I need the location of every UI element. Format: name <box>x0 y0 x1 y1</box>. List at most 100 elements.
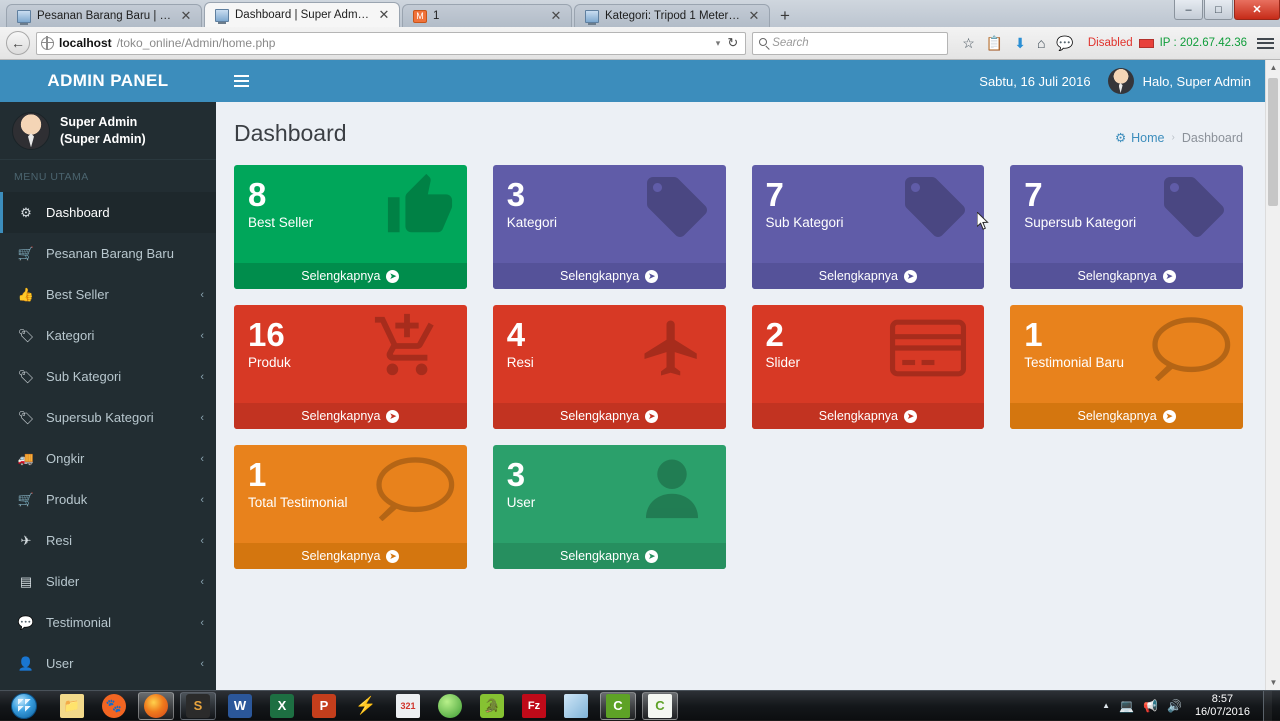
sidebar-item-best-seller[interactable]: 👍 Best Seller ‹ <box>0 274 216 315</box>
taskbar-camtasia-editor[interactable]: C <box>642 692 678 720</box>
orange-icon: M <box>413 10 427 23</box>
scroll-down-icon[interactable]: ▼ <box>1266 675 1280 690</box>
taskbar-winamp[interactable]: ⚡ <box>348 692 384 720</box>
sidebar-item-supersub-kategori[interactable]: 🏷 Supersub Kategori ‹ <box>0 397 216 438</box>
taskbar-idm[interactable] <box>432 692 468 720</box>
sidebar-item-label: Testimonial <box>46 615 189 630</box>
card-testimonial-baru[interactable]: 1 Testimonial Baru Selengkapnya ➤ <box>1010 305 1243 429</box>
card-label: Best Seller <box>248 215 453 230</box>
sidebar-item-pesanan-barang-baru[interactable]: 🛒 Pesanan Barang Baru <box>0 233 216 274</box>
excel-icon: X <box>270 694 294 718</box>
page-scrollbar[interactable]: ▲ ▼ <box>1265 60 1280 690</box>
card-slider[interactable]: 2 Slider Selengkapnya ➤ <box>752 305 985 429</box>
card-footer-link[interactable]: Selengkapnya ➤ <box>1010 263 1243 289</box>
sidebar-menu-header: MENU UTAMA <box>0 160 216 192</box>
taskbar-word[interactable]: W <box>222 692 258 720</box>
maximize-button[interactable]: □ <box>1204 0 1233 20</box>
download-icon[interactable]: ⬇ <box>1014 36 1026 50</box>
sidebar-item-testimonial[interactable]: 💬 Testimonial ‹ <box>0 602 216 643</box>
card-footer-link[interactable]: Selengkapnya ➤ <box>234 263 467 289</box>
chevron-down-icon[interactable]: ▾ <box>716 38 721 49</box>
taskbar-clock[interactable]: 8:57 16/07/2016 <box>1191 693 1250 719</box>
tab-close-icon[interactable]: ✕ <box>747 9 761 23</box>
card-sub-kategori[interactable]: 7 Sub Kategori Selengkapnya ➤ <box>752 165 985 289</box>
reader-list-icon[interactable]: 📋 <box>986 36 1003 50</box>
sidebar-user-panel[interactable]: Super Admin (Super Admin) <box>0 102 216 160</box>
tab-close-icon[interactable]: ✕ <box>179 9 193 23</box>
taskbar-sublime[interactable]: S <box>180 692 216 720</box>
volume-icon[interactable]: 🔊 <box>1167 699 1182 713</box>
windows-taskbar: 📁 🐾 S W X P ⚡ 321 🐊 <box>0 690 1280 720</box>
taskbar-calendar[interactable]: 321 <box>390 692 426 720</box>
card-footer-link[interactable]: Selengkapnya ➤ <box>1010 403 1243 429</box>
card-footer-link[interactable]: Selengkapnya ➤ <box>493 543 726 569</box>
start-button[interactable] <box>2 692 46 720</box>
sidebar-item-resi[interactable]: ✈ Resi ‹ <box>0 520 216 561</box>
sidebar-item-user[interactable]: 👤 User ‹ <box>0 643 216 684</box>
browser-tab-3[interactable]: M 1 ✕ <box>402 4 572 27</box>
user-menu[interactable]: Halo, Super Admin <box>1108 68 1251 94</box>
reload-icon[interactable]: ↻ <box>727 35 738 51</box>
show-desktop-button[interactable] <box>1263 691 1272 721</box>
browser-tab-4[interactable]: Kategori: Tripod 1 Meter | I... ✕ <box>574 4 770 27</box>
minimize-button[interactable]: – <box>1174 0 1203 20</box>
new-tab-button[interactable]: + <box>772 5 798 27</box>
sidebar-item-label: Ongkir <box>46 451 189 466</box>
taskbar-uc-browser[interactable]: 🐾 <box>96 692 132 720</box>
browser-tab-2-active[interactable]: Dashboard | Super Admin ... ✕ <box>204 2 400 27</box>
chevron-left-icon: ‹ <box>200 617 204 629</box>
home-icon[interactable]: ⌂ <box>1037 36 1045 50</box>
card-produk[interactable]: 16 Produk Selengkapnya ➤ <box>234 305 467 429</box>
sidebar-toggle-icon[interactable] <box>232 71 251 91</box>
card-footer-link[interactable]: Selengkapnya ➤ <box>752 263 985 289</box>
card-footer-link[interactable]: Selengkapnya ➤ <box>234 403 467 429</box>
sidebar-item-sub-kategori[interactable]: 🏷 Sub Kategori ‹ <box>0 356 216 397</box>
taskbar-filezilla[interactable]: Fz <box>516 692 552 720</box>
sidebar-item-kategori[interactable]: 🏷 Kategori ‹ <box>0 315 216 356</box>
address-bar[interactable]: localhost /toko_online/Admin/home.php ▾ … <box>36 32 746 55</box>
breadcrumb-home[interactable]: ⚙ Home <box>1115 130 1165 145</box>
taskbar-explorer[interactable]: 📁 <box>54 692 90 720</box>
close-window-button[interactable]: ✕ <box>1234 0 1280 20</box>
tab-close-icon[interactable]: ✕ <box>377 8 391 22</box>
card-kategori[interactable]: 3 Kategori Selengkapnya ➤ <box>493 165 726 289</box>
action-center-icon[interactable]: 📢 <box>1143 699 1158 713</box>
card-best-seller[interactable]: 8 Best Seller Selengkapnya ➤ <box>234 165 467 289</box>
winamp-icon: ⚡ <box>354 694 378 718</box>
taskbar-camtasia-recorder[interactable]: C <box>600 692 636 720</box>
browser-search-input[interactable]: Search <box>752 32 948 55</box>
chat-icon[interactable]: 💬 <box>1056 36 1073 50</box>
sidebar-item-slider[interactable]: ▤ Slider ‹ <box>0 561 216 602</box>
card-footer-link[interactable]: Selengkapnya ➤ <box>234 543 467 569</box>
admin-panel-logo[interactable]: ADMIN PANEL <box>0 60 216 102</box>
taskbar-powerpoint[interactable]: P <box>306 692 342 720</box>
sidebar-item-ongkir[interactable]: 🚚 Ongkir ‹ <box>0 438 216 479</box>
card-total-testimonial[interactable]: 1 Total Testimonial Selengkapnya ➤ <box>234 445 467 569</box>
slider-card-icon: ▤ <box>17 574 35 590</box>
taskbar-notepad[interactable] <box>558 692 594 720</box>
tab-close-icon[interactable]: ✕ <box>549 9 563 23</box>
network-icon[interactable]: 💻 <box>1119 699 1134 713</box>
card-footer-link[interactable]: Selengkapnya ➤ <box>493 403 726 429</box>
arrow-circle-right-icon: ➤ <box>1163 410 1176 423</box>
card-footer-link[interactable]: Selengkapnya ➤ <box>752 403 985 429</box>
scrollbar-thumb[interactable] <box>1268 78 1278 206</box>
card-label: Resi <box>507 355 712 370</box>
card-supersub-kategori[interactable]: 7 Supersub Kategori Selengkapnya ➤ <box>1010 165 1243 289</box>
card-user[interactable]: 3 User Selengkapnya ➤ <box>493 445 726 569</box>
browser-tab-1[interactable]: Pesanan Barang Baru | Sup... ✕ <box>6 4 202 27</box>
card-resi[interactable]: 4 Resi Selengkapnya ➤ <box>493 305 726 429</box>
bookmark-star-icon[interactable]: ☆ <box>962 36 975 50</box>
taskbar-evernote[interactable]: 🐊 <box>474 692 510 720</box>
show-hidden-icons-icon[interactable]: ▲ <box>1102 701 1110 710</box>
taskbar-firefox[interactable] <box>138 692 174 720</box>
sidebar-item-dashboard[interactable]: ⚙ Dashboard <box>0 192 216 233</box>
taskbar-items: 📁 🐾 S W X P ⚡ 321 🐊 <box>46 692 678 720</box>
sidebar-item-label: Sub Kategori <box>46 369 189 384</box>
card-footer-link[interactable]: Selengkapnya ➤ <box>493 263 726 289</box>
browser-menu-icon[interactable] <box>1253 38 1274 49</box>
scroll-up-icon[interactable]: ▲ <box>1266 60 1280 75</box>
back-button[interactable]: ← <box>6 31 30 55</box>
sidebar-item-produk[interactable]: 🛒 Produk ‹ <box>0 479 216 520</box>
taskbar-excel[interactable]: X <box>264 692 300 720</box>
